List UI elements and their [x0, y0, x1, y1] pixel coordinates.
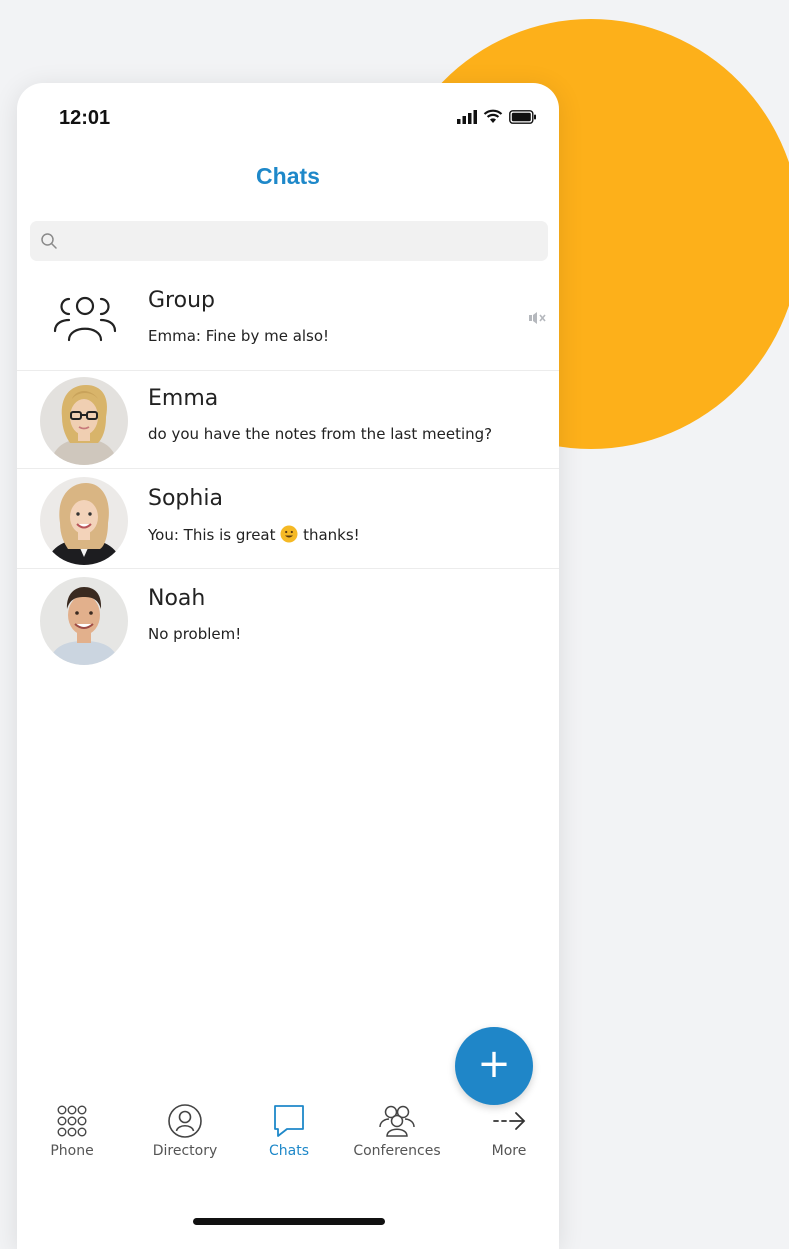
smiling-face-icon — [280, 525, 298, 543]
phone-screen: 12:01 Chats Group Emma: Fine by me also!… — [17, 83, 559, 1249]
tab-phone[interactable]: Phone — [31, 1103, 113, 1203]
people-icon — [379, 1105, 415, 1137]
wifi-icon — [483, 109, 503, 123]
status-bar: 12:01 — [17, 83, 559, 153]
chat-item-group[interactable]: Group Emma: Fine by me also! — [17, 273, 559, 371]
arrow-right-icon — [493, 1112, 526, 1130]
search-icon — [41, 233, 57, 249]
chat-item-emma[interactable]: Emma do you have the notes from the last… — [17, 371, 559, 469]
chat-preview: do you have the notes from the last meet… — [148, 425, 493, 443]
avatar-emma — [40, 377, 128, 465]
chat-item-noah[interactable]: Noah No problem! — [17, 571, 559, 669]
preview-text-after: thanks! — [303, 526, 360, 544]
chat-name: Sophia — [148, 486, 223, 511]
battery-icon — [509, 109, 536, 124]
avatar-noah — [40, 577, 128, 665]
tab-label: Phone — [50, 1143, 94, 1159]
signal-icon — [457, 109, 477, 124]
avatar-sophia — [40, 477, 128, 565]
chat-preview: You: This is great thanks! — [148, 525, 360, 544]
tab-directory[interactable]: Directory — [140, 1103, 230, 1203]
tab-label: Chats — [268, 1143, 309, 1159]
tab-conferences[interactable]: Conferences — [347, 1103, 447, 1203]
mute-icon — [529, 312, 546, 324]
chat-name: Emma — [148, 386, 219, 411]
tab-label: More — [491, 1143, 527, 1159]
search-input[interactable] — [68, 221, 542, 263]
home-indicator — [193, 1218, 385, 1225]
tab-chats[interactable]: Chats — [249, 1103, 329, 1203]
group-icon — [53, 296, 117, 342]
preview-text-before: You: This is great — [148, 526, 276, 544]
tab-label: Directory — [152, 1143, 218, 1159]
chat-preview: No problem! — [148, 625, 242, 643]
status-icons — [457, 109, 537, 124]
tab-more[interactable]: More — [469, 1103, 549, 1203]
chat-bubble-icon — [274, 1105, 304, 1137]
tab-label: Conferences — [353, 1143, 441, 1159]
new-chat-button[interactable]: + — [455, 1027, 533, 1105]
chat-preview: Emma: Fine by me also! — [148, 327, 330, 345]
dialpad-icon — [57, 1105, 87, 1137]
chat-name: Group — [148, 288, 215, 313]
chat-item-sophia[interactable]: Sophia You: This is great thanks! — [17, 471, 559, 569]
page-title: Chats — [256, 163, 320, 189]
chat-name: Noah — [148, 586, 206, 611]
status-time: 12:01 — [59, 107, 111, 129]
person-circle-icon — [168, 1104, 202, 1138]
search-bar[interactable] — [30, 221, 548, 263]
tab-bar: Phone Directory Chats Conferences More — [17, 1103, 559, 1203]
